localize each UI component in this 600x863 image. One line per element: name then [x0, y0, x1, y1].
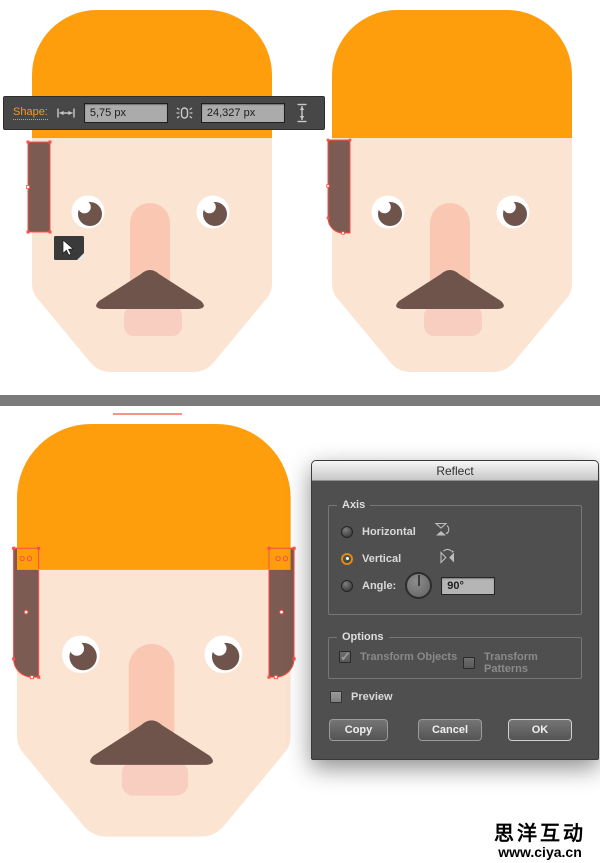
shape-measure-toolbar: Shape:: [3, 96, 325, 130]
reflect-dialog: Reflect Axis Horizontal Vertical: [311, 460, 599, 760]
options-group: Options Transform Objects Transform Patt…: [328, 637, 582, 679]
sideburn-rectangle-selected[interactable]: [28, 142, 50, 232]
vertical-label: Vertical: [362, 553, 401, 565]
shape-label[interactable]: Shape:: [13, 106, 48, 120]
dialog-title: Reflect: [436, 464, 473, 478]
transform-objects-checkbox[interactable]: [339, 651, 351, 663]
section-divider: [0, 395, 600, 406]
face-top-left[interactable]: [27, 10, 273, 372]
width-measure-icon: [57, 107, 75, 119]
watermark: 思洋互动 www.ciya.cn: [494, 824, 586, 859]
hair-shape[interactable]: [17, 424, 291, 570]
sideburn-rounded-selected[interactable]: [328, 140, 350, 233]
axis-legend: Axis: [337, 498, 370, 512]
unlink-chain-icon[interactable]: [176, 103, 193, 123]
angle-dial[interactable]: [405, 572, 432, 599]
transform-patterns-option: Transform Patterns: [463, 651, 581, 675]
preview-option[interactable]: Preview: [330, 691, 393, 703]
transform-patterns-checkbox[interactable]: [463, 657, 475, 669]
reflect-vertical-axis-icon: [439, 548, 456, 569]
transform-objects-label: Transform Objects: [360, 651, 457, 663]
watermark-brand: 思洋互动: [494, 824, 586, 845]
dialog-titlebar[interactable]: Reflect: [312, 461, 598, 481]
vertical-radio[interactable]: [341, 553, 353, 565]
transform-objects-option: Transform Objects: [339, 651, 457, 663]
face-bottom[interactable]: [12, 424, 296, 837]
horizontal-label: Horizontal: [362, 526, 416, 538]
cancel-button[interactable]: Cancel: [418, 719, 482, 741]
angle-radio[interactable]: [341, 580, 353, 592]
axis-group: Axis Horizontal Vertical: [328, 505, 582, 615]
height-measure-icon: [295, 103, 309, 123]
axis-option-angle[interactable]: Angle:: [341, 572, 495, 599]
axis-option-vertical[interactable]: Vertical: [341, 548, 456, 569]
watermark-url: www.ciya.cn: [494, 845, 586, 859]
axis-option-horizontal[interactable]: Horizontal: [341, 522, 451, 542]
horizontal-radio[interactable]: [341, 526, 353, 538]
face-top-right[interactable]: [327, 10, 572, 372]
copy-button[interactable]: Copy: [329, 719, 388, 741]
shape-width-input[interactable]: [84, 103, 168, 123]
transform-patterns-label: Transform Patterns: [484, 651, 581, 675]
ok-button[interactable]: OK: [508, 719, 572, 741]
selection-cursor-icon: [54, 236, 84, 265]
angle-label: Angle:: [362, 580, 396, 592]
reflect-horizontal-axis-icon: [433, 522, 451, 542]
shape-height-input[interactable]: [201, 103, 285, 123]
preview-label: Preview: [351, 691, 393, 703]
angle-input[interactable]: [441, 577, 495, 595]
preview-checkbox[interactable]: [330, 691, 342, 703]
hair-shape[interactable]: [332, 10, 572, 138]
tutorial-canvas: Shape:: [0, 0, 600, 863]
options-legend: Options: [337, 630, 389, 644]
